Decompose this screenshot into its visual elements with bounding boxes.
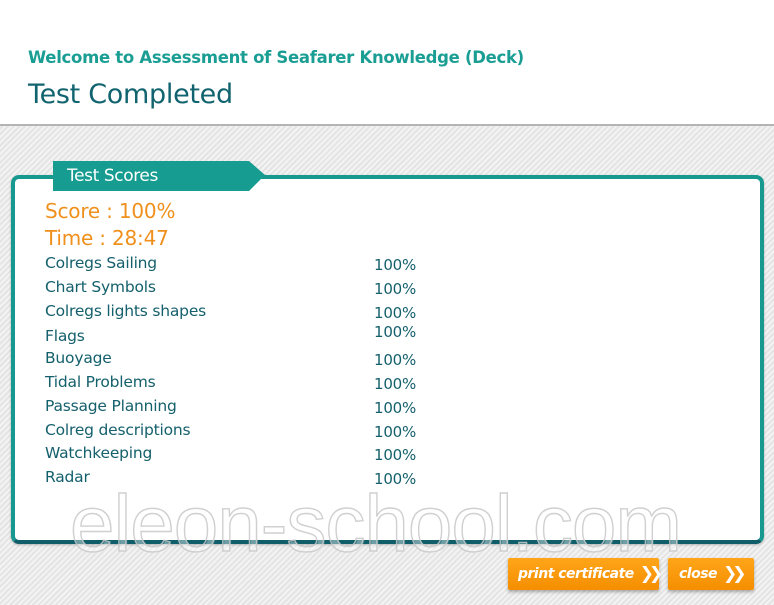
- category-label: Passage Planning: [45, 396, 177, 415]
- category-label: Chart Symbols: [45, 277, 156, 296]
- assessment-subtitle: Welcome to Assessment of Seafarer Knowle…: [28, 48, 524, 67]
- score-row: Flags 100%: [45, 323, 445, 349]
- category-score: 100%: [374, 279, 417, 298]
- elapsed-time: Time : 28:47: [45, 226, 169, 250]
- category-label: Colreg descriptions: [45, 420, 191, 439]
- page-title: Test Completed: [28, 79, 233, 110]
- score-row: Radar 100%: [45, 468, 445, 492]
- close-label: close: [679, 566, 718, 582]
- score-row: Tidal Problems 100%: [45, 373, 445, 397]
- category-label: Colregs Sailing: [45, 254, 157, 272]
- category-score: 100%: [374, 351, 417, 370]
- close-button[interactable]: close ❯❯: [668, 558, 754, 590]
- category-score: 100%: [374, 303, 417, 322]
- score-row: Colregs Sailing 100%: [45, 254, 445, 278]
- category-label: Watchkeeping: [45, 444, 153, 463]
- category-score: 100%: [374, 323, 417, 342]
- category-score: 100%: [374, 374, 417, 393]
- double-chevron-right-icon: ❯❯: [639, 564, 663, 584]
- category-label: Tidal Problems: [45, 372, 156, 391]
- category-score: 100%: [374, 470, 417, 489]
- category-score: 100%: [374, 256, 417, 274]
- score-row: Passage Planning 100%: [45, 397, 445, 421]
- category-score: 100%: [374, 398, 417, 417]
- page-header: Welcome to Assessment of Seafarer Knowle…: [0, 0, 774, 126]
- category-label: Radar: [45, 468, 90, 487]
- score-row: Watchkeeping 100%: [45, 444, 445, 468]
- print-certificate-button[interactable]: print certificate ❯❯: [508, 558, 663, 590]
- print-certificate-label: print certificate: [518, 566, 634, 582]
- category-score: 100%: [374, 422, 417, 441]
- score-row: Buoyage 100%: [45, 349, 445, 373]
- category-scores-list: Colregs Sailing 100% Chart Symbols 100% …: [45, 254, 445, 492]
- category-label: Colregs lights shapes: [45, 301, 207, 320]
- overall-score: Score : 100%: [45, 199, 176, 223]
- score-row: Colreg descriptions 100%: [45, 421, 445, 445]
- category-label: Buoyage: [45, 349, 112, 368]
- score-row: Chart Symbols 100%: [45, 278, 445, 302]
- category-score: 100%: [374, 446, 417, 465]
- test-scores-tab: Test Scores: [53, 161, 265, 191]
- double-chevron-right-icon: ❯❯: [723, 564, 746, 584]
- score-row: Colregs lights shapes 100%: [45, 302, 445, 326]
- category-label: Flags: [45, 327, 85, 346]
- tab-label: Test Scores: [67, 166, 158, 186]
